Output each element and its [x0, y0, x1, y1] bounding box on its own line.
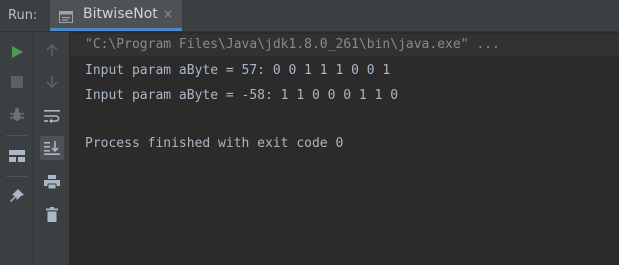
console-line-exit: Process finished with exit code 0	[85, 136, 344, 151]
tab-bitwisenot[interactable]: BitwiseNot ×	[50, 0, 182, 31]
layout-icon[interactable]	[5, 144, 29, 168]
run-toolbar-left	[0, 32, 34, 265]
pin-icon[interactable]	[5, 184, 29, 208]
run-toolbar-right	[34, 32, 70, 265]
run-label: Run:	[8, 8, 38, 23]
console-line-output-1: Input param aByte = 57: 0 0 1 1 1 0 0 1	[85, 63, 391, 78]
run-panel-header: Run: BitwiseNot ×	[0, 0, 619, 32]
scroll-to-end-icon[interactable]	[40, 136, 64, 160]
toolbar-separator	[6, 176, 28, 177]
console-line-output-2: Input param aByte = -58: 1 1 0 0 0 1 1 0	[85, 88, 399, 103]
console-output[interactable]: "C:\Program Files\Java\jdk1.8.0_261\bin\…	[70, 32, 619, 265]
console-line-command: "C:\Program Files\Java\jdk1.8.0_261\bin\…	[85, 37, 500, 52]
console-tab-icon	[59, 8, 73, 23]
run-tool-window: Run: BitwiseNot × "C:\Program Files\Java…	[0, 0, 619, 265]
debug-icon[interactable]	[5, 103, 29, 127]
up-arrow-icon[interactable]	[40, 38, 64, 62]
down-arrow-icon[interactable]	[40, 70, 64, 94]
run-icon[interactable]	[5, 40, 29, 64]
toolbar-separator	[6, 135, 28, 136]
close-icon[interactable]: ×	[163, 7, 173, 21]
tab-title: BitwiseNot	[83, 6, 158, 22]
print-icon[interactable]	[40, 170, 64, 194]
soft-wrap-icon[interactable]	[40, 104, 64, 128]
stop-icon[interactable]	[5, 70, 29, 94]
trash-icon[interactable]	[40, 202, 64, 226]
